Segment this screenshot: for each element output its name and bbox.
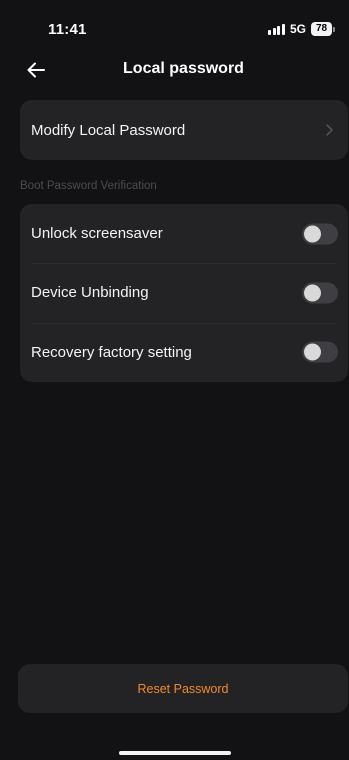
- device-unbinding-row: Device Unbinding: [20, 263, 348, 322]
- toggle-knob: [304, 343, 321, 361]
- device-unbinding-label: Device Unbinding: [31, 284, 149, 302]
- status-time: 11:41: [48, 21, 87, 38]
- chevron-right-icon: [326, 124, 333, 136]
- recovery-factory-toggle[interactable]: [302, 341, 338, 363]
- nav-bar: Local password: [0, 52, 349, 88]
- status-bar: 11:41 5G 78: [0, 0, 349, 50]
- modify-password-card: Modify Local Password: [20, 100, 348, 160]
- status-indicators: 5G 78: [268, 22, 335, 36]
- unlock-screensaver-row: Unlock screensaver: [20, 204, 348, 263]
- battery-tip: [333, 26, 335, 32]
- battery-level: 78: [311, 22, 332, 36]
- recovery-factory-label: Recovery factory setting: [31, 343, 192, 361]
- boot-verification-card: Unlock screensaver Device Unbinding Reco…: [20, 204, 348, 382]
- toggle-knob: [304, 284, 321, 302]
- device-unbinding-toggle[interactable]: [302, 282, 338, 304]
- recovery-factory-row: Recovery factory setting: [20, 322, 348, 382]
- modify-password-label: Modify Local Password: [31, 121, 186, 139]
- network-label: 5G: [289, 22, 306, 36]
- unlock-screensaver-label: Unlock screensaver: [31, 225, 163, 243]
- modify-password-row[interactable]: Modify Local Password: [20, 100, 348, 160]
- home-indicator: [119, 751, 231, 755]
- signal-icon: [268, 23, 285, 35]
- battery-icon: 78: [311, 22, 335, 36]
- unlock-screensaver-toggle[interactable]: [302, 223, 338, 245]
- page-title: Local password: [123, 60, 244, 77]
- section-title: Boot Password Verification: [20, 180, 157, 192]
- screen: 11:41 5G 78 Local password Modify Local …: [0, 0, 349, 760]
- toggle-knob: [304, 225, 321, 243]
- reset-password-button[interactable]: Reset Password: [18, 664, 348, 713]
